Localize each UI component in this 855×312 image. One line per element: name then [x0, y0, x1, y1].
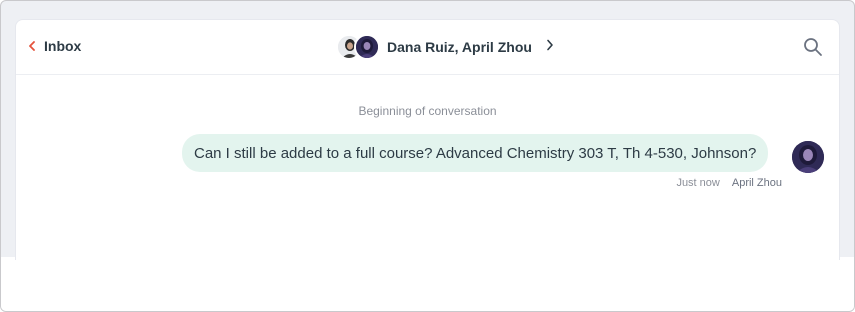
search-icon	[803, 38, 823, 61]
footer-area	[1, 257, 854, 311]
conversation-title: Dana Ruiz, April Zhou	[387, 39, 532, 55]
chevron-right-icon	[546, 38, 554, 56]
message-timestamp: Just now	[676, 177, 720, 189]
search-button[interactable]	[803, 37, 823, 62]
avatar	[792, 141, 824, 173]
back-label: Inbox	[44, 38, 82, 54]
back-to-inbox-link[interactable]: Inbox	[28, 38, 81, 54]
chevron-left-icon	[28, 41, 36, 51]
conversation-header: Inbox Dana Ruiz, April Zhou	[16, 20, 839, 75]
beginning-of-conversation-label: Beginning of conversation	[358, 104, 497, 118]
message-meta: Just now April Zhou	[676, 177, 782, 189]
participants-title[interactable]: Dana Ruiz, April Zhou	[336, 34, 554, 60]
app-window: Inbox Dana Ruiz, April Zhou Beginning of…	[0, 0, 855, 312]
conversation-panel: Inbox Dana Ruiz, April Zhou Beginning of…	[15, 19, 840, 260]
avatar	[354, 34, 380, 60]
message-bubble: Can I still be added to a full course? A…	[182, 134, 769, 172]
message-text: Can I still be added to a full course? A…	[194, 144, 757, 162]
message-author: April Zhou	[731, 177, 782, 189]
